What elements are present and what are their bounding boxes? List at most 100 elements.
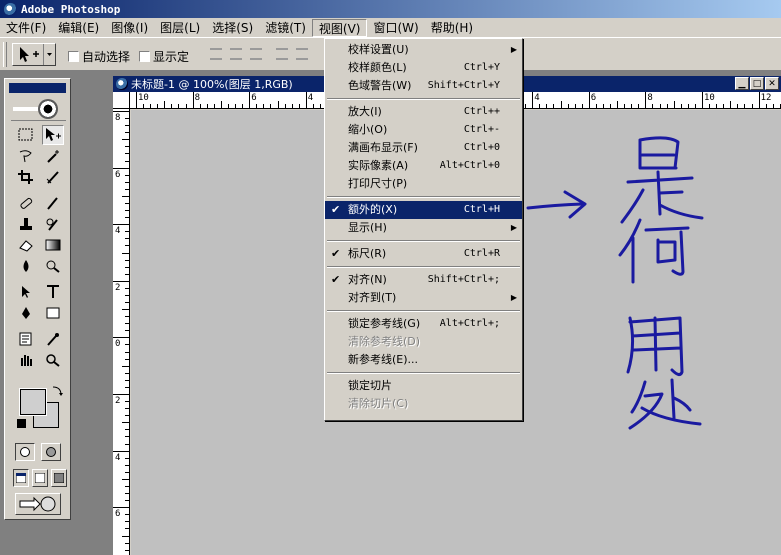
auto-select-box[interactable] bbox=[68, 51, 79, 62]
screen-mode-menu-button[interactable] bbox=[32, 469, 48, 487]
ruler-tick bbox=[638, 104, 640, 108]
view-menu-item-7[interactable]: 打印尺寸(P) bbox=[325, 175, 522, 193]
menu-item-5[interactable]: 滤镜(T) bbox=[259, 19, 312, 37]
preset-dropdown-arrow[interactable] bbox=[43, 44, 55, 65]
align-top-icon[interactable] bbox=[210, 48, 222, 60]
toolbox-header[interactable] bbox=[9, 83, 66, 93]
ruler-tick bbox=[256, 104, 258, 108]
ruler-tick bbox=[525, 104, 527, 108]
show-transform-checkbox[interactable]: 显示定 bbox=[139, 48, 189, 65]
menu-item-1[interactable]: 编辑(E) bbox=[52, 19, 105, 37]
view-menu-item-10[interactable]: ✔ 标尺(R) Ctrl+R bbox=[325, 245, 522, 263]
ruler-tick bbox=[125, 210, 129, 212]
foreground-color-swatch[interactable] bbox=[19, 388, 47, 416]
ruler-tick bbox=[125, 485, 129, 487]
screen-mode-standard-icon bbox=[16, 473, 26, 483]
view-menu-item-1[interactable]: 校样颜色(L) Ctrl+Y bbox=[325, 59, 522, 77]
type-tool-icon[interactable] bbox=[42, 282, 64, 302]
default-colors-icon[interactable] bbox=[17, 419, 26, 428]
ruler-tick bbox=[270, 104, 272, 108]
minimize-icon: ▁ bbox=[738, 78, 746, 89]
dodge-tool-icon[interactable] bbox=[42, 256, 64, 276]
align-hcenter-icon[interactable] bbox=[296, 48, 308, 60]
ruler-tick bbox=[680, 104, 682, 108]
ruler-tick bbox=[113, 167, 129, 169]
ruler-tick bbox=[709, 104, 711, 108]
ruler-h-label: 8 bbox=[194, 93, 201, 103]
lasso-tool-icon[interactable] bbox=[15, 146, 37, 166]
view-menu-item-6[interactable]: 实际像素(A) Alt+Ctrl+0 bbox=[325, 157, 522, 175]
view-menu-item-12[interactable]: 对齐到(T) ▶ bbox=[325, 289, 522, 307]
ruler-tick bbox=[772, 104, 774, 108]
minimize-button[interactable]: ▁ bbox=[735, 77, 749, 90]
eyedropper-tool-icon[interactable] bbox=[42, 329, 64, 349]
adobe-online-icon[interactable] bbox=[11, 97, 66, 121]
checkmark-icon: ✔ bbox=[331, 203, 341, 216]
view-menu-item-label: 清除参考线(D) bbox=[348, 335, 421, 348]
ruler-tick bbox=[532, 92, 534, 108]
screen-mode-full-button[interactable] bbox=[51, 469, 67, 487]
vertical-ruler[interactable]: 8 6 4 2 0 2 4 6 bbox=[113, 109, 130, 555]
zoom-tool-icon[interactable] bbox=[42, 350, 64, 370]
shape-tool-icon[interactable] bbox=[42, 303, 64, 323]
notes-tool-icon[interactable] bbox=[15, 329, 37, 349]
slice-tool-icon[interactable] bbox=[42, 167, 64, 187]
hand-tool-icon[interactable] bbox=[15, 350, 37, 370]
menu-item-3[interactable]: 图层(L) bbox=[154, 19, 206, 37]
jump-to-imageready-button[interactable] bbox=[15, 493, 61, 515]
menu-item-0[interactable]: 文件(F) bbox=[0, 19, 52, 37]
clone-stamp-tool-icon[interactable] bbox=[15, 214, 37, 234]
close-button[interactable]: ✕ bbox=[765, 77, 779, 90]
align-left-icon[interactable] bbox=[276, 48, 288, 60]
view-menu-item-9[interactable]: 显示(H) ▶ bbox=[325, 219, 522, 237]
view-menu-item-2[interactable]: 色域警告(W) Shift+Ctrl+Y bbox=[325, 77, 522, 95]
options-bar-grip[interactable] bbox=[3, 42, 7, 67]
swap-colors-icon[interactable] bbox=[52, 385, 64, 397]
view-menu-item-11[interactable]: ✔ 对齐(N) Shift+Ctrl+; bbox=[325, 271, 522, 289]
view-menu-item-0[interactable]: 校样设置(U) ▶ bbox=[325, 41, 522, 59]
ruler-origin[interactable] bbox=[113, 92, 130, 109]
tool-preset-picker[interactable] bbox=[12, 43, 56, 66]
align-bottom-icon[interactable] bbox=[250, 48, 262, 60]
show-transform-box[interactable] bbox=[139, 51, 150, 62]
brush-tool-icon[interactable] bbox=[42, 193, 64, 213]
path-selection-tool-icon[interactable] bbox=[15, 282, 37, 302]
view-menu-item-label: 打印尺寸(P) bbox=[348, 177, 408, 190]
ruler-tick bbox=[192, 92, 194, 108]
ruler-h-label: 6 bbox=[251, 93, 257, 103]
view-menu-item-16[interactable]: 锁定切片 bbox=[325, 377, 522, 395]
screen-mode-standard-button[interactable] bbox=[13, 469, 29, 487]
view-menu-item-13[interactable]: 锁定参考线(G) Alt+Ctrl+; bbox=[325, 315, 522, 333]
menu-item-4[interactable]: 选择(S) bbox=[206, 19, 259, 37]
menu-item-8[interactable]: 帮助(H) bbox=[425, 19, 479, 37]
standard-mode-button[interactable] bbox=[15, 443, 35, 461]
magic-wand-tool-icon[interactable] bbox=[42, 146, 64, 166]
ruler-tick bbox=[125, 514, 129, 516]
ruler-tick bbox=[560, 101, 562, 108]
ruler-tick bbox=[122, 365, 129, 367]
view-menu-item-15[interactable]: 新参考线(E)... bbox=[325, 351, 522, 369]
view-menu-item-4[interactable]: 缩小(O) Ctrl+- bbox=[325, 121, 522, 139]
menu-item-7[interactable]: 窗口(W) bbox=[367, 19, 424, 37]
view-menu-item-3[interactable]: 放大(I) Ctrl++ bbox=[325, 103, 522, 121]
view-menu-item-5[interactable]: 满画布显示(F) Ctrl+0 bbox=[325, 139, 522, 157]
ruler-tick bbox=[125, 294, 129, 296]
blur-tool-icon[interactable] bbox=[15, 256, 37, 276]
auto-select-checkbox[interactable]: 自动选择 bbox=[68, 48, 130, 65]
menu-item-2[interactable]: 图像(I) bbox=[105, 19, 154, 37]
align-vcenter-icon[interactable] bbox=[230, 48, 242, 60]
quick-mask-mode-button[interactable] bbox=[41, 443, 61, 461]
maximize-icon: □ bbox=[752, 78, 762, 89]
marquee-tool-icon[interactable] bbox=[15, 125, 37, 145]
move-tool-button-icon[interactable] bbox=[42, 125, 64, 145]
maximize-button[interactable]: □ bbox=[750, 77, 764, 90]
healing-brush-tool-icon[interactable] bbox=[15, 193, 37, 213]
view-menu-item-8[interactable]: ✔ 额外的(X) Ctrl+H bbox=[325, 201, 522, 219]
gradient-tool-icon[interactable] bbox=[42, 235, 64, 255]
crop-tool-icon[interactable] bbox=[15, 167, 37, 187]
menu-item-6[interactable]: 视图(V) bbox=[311, 18, 368, 37]
eraser-tool-icon[interactable] bbox=[15, 235, 37, 255]
pen-tool-icon[interactable] bbox=[15, 303, 37, 323]
history-brush-tool-icon[interactable] bbox=[42, 214, 64, 234]
ruler-tick bbox=[125, 217, 129, 219]
